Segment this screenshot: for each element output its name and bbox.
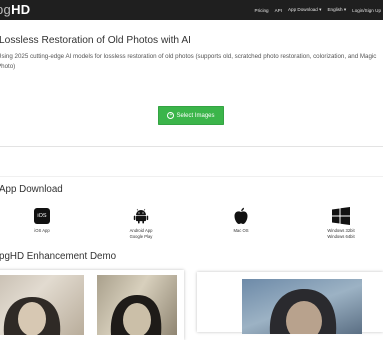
- download-label: iOS App: [34, 228, 50, 233]
- section-divider: [0, 146, 383, 147]
- top-navbar: pgHD Pricing API App Download ▾ English …: [0, 0, 383, 20]
- download-mac[interactable]: Mac OS: [211, 206, 271, 234]
- download-sublabel: Windows 64bit: [327, 234, 355, 239]
- apple-icon: [234, 207, 248, 224]
- brand-prefix: pg: [0, 2, 12, 17]
- caret-down-icon: ▾: [343, 7, 347, 12]
- hero-description: Using 2025 cutting-edge AI models for lo…: [0, 53, 377, 70]
- demo-photo-enhanced: [242, 279, 362, 334]
- brand-suffix: HD: [11, 2, 31, 17]
- app-download-title: App Download: [0, 184, 63, 195]
- nav-pricing[interactable]: Pricing: [255, 8, 269, 13]
- download-label: Mac OS: [233, 228, 249, 233]
- android-icon: [133, 208, 149, 224]
- demo-photo-before: [0, 275, 84, 335]
- demo-card-enhance: [197, 272, 383, 334]
- nav-api[interactable]: API: [275, 8, 282, 13]
- download-windows[interactable]: Windows 32bit Windows 64bit: [311, 206, 371, 240]
- nav-menu: Pricing API App Download ▾ English ▾ Log…: [255, 0, 383, 20]
- select-images-label: Select Images: [176, 112, 215, 119]
- nav-language-label: English: [327, 7, 343, 12]
- download-sublabel: Google Play: [129, 234, 153, 239]
- demo-card-restore: [0, 270, 184, 340]
- windows-icon: [332, 207, 350, 225]
- nav-app-download-label: App Download: [287, 7, 318, 12]
- brand-logo[interactable]: pgHD: [0, 2, 30, 17]
- select-images-button[interactable]: + Select Images: [158, 106, 224, 125]
- ios-icon: iOS: [34, 208, 50, 224]
- hero-title: Lossless Restoration of Old Photos with …: [0, 35, 191, 46]
- demo-title: pgHD Enhancement Demo: [0, 251, 117, 262]
- caret-down-icon: ▾: [319, 7, 322, 12]
- nav-login[interactable]: Login/Sign Up: [352, 8, 381, 13]
- plus-circle-icon: +: [167, 112, 175, 119]
- demo-photo-after: [97, 275, 177, 335]
- download-ios[interactable]: iOS iOS App: [12, 206, 72, 234]
- section-divider: [0, 176, 383, 177]
- nav-app-download[interactable]: App Download ▾: [288, 7, 321, 13]
- download-android[interactable]: Android App Google Play: [111, 206, 171, 240]
- nav-language[interactable]: English ▾: [327, 7, 346, 13]
